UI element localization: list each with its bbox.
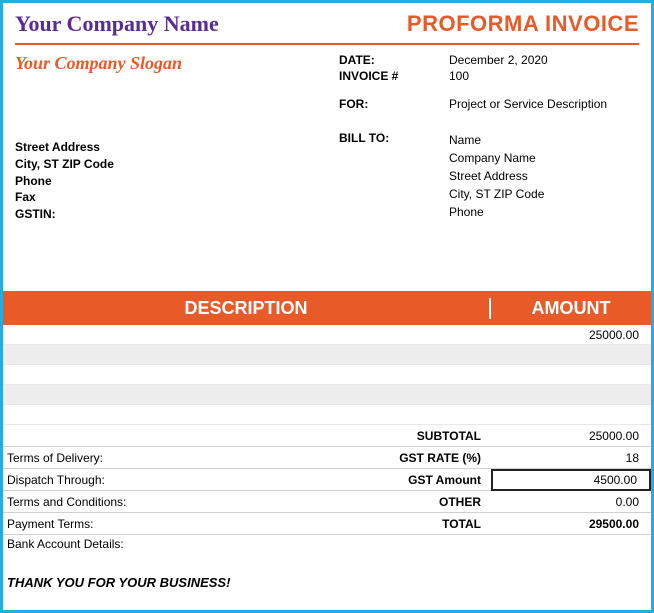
total-label: TOTAL <box>223 517 491 531</box>
items-table: DESCRIPTION AMOUNT 25000.00 <box>3 291 651 553</box>
invoice-number-value: 100 <box>449 69 639 83</box>
table-header: DESCRIPTION AMOUNT <box>3 291 651 325</box>
billto-phone: Phone <box>449 203 639 221</box>
invoice-frame: Your Company Name PROFORMA INVOICE Your … <box>0 0 654 613</box>
billto-city: City, ST ZIP Code <box>449 185 639 203</box>
company-name: Your Company Name <box>15 11 219 37</box>
invoice-number-label: INVOICE # <box>339 69 449 83</box>
cell-description <box>3 365 491 384</box>
summary-block: SUBTOTAL 25000.00 Terms of Delivery: GST… <box>3 425 651 553</box>
other-label: OTHER <box>223 495 491 509</box>
billto-name: Name <box>449 131 639 149</box>
other-value: 0.00 <box>491 495 651 509</box>
gst-amount-label: GST Amount <box>223 473 491 487</box>
gst-rate-value: 18 <box>491 451 651 465</box>
slogan-meta-row: Your Company Slogan DATE: December 2, 20… <box>3 53 651 113</box>
terms-conditions-label: Terms and Conditions: <box>3 495 223 509</box>
cell-amount <box>491 345 651 364</box>
billto-row: BILL TO: Name Company Name Street Addres… <box>339 131 639 221</box>
thank-you-message: THANK YOU FOR YOUR BUSINESS! <box>3 553 651 590</box>
billto-street: Street Address <box>449 167 639 185</box>
table-row <box>3 405 651 425</box>
cell-description <box>3 345 491 364</box>
payment-terms-label: Payment Terms: <box>3 517 223 531</box>
header-row: Your Company Name PROFORMA INVOICE <box>3 11 651 41</box>
header-divider <box>15 43 639 45</box>
for-value: Project or Service Description <box>449 97 639 111</box>
billto-values: Name Company Name Street Address City, S… <box>449 131 639 221</box>
cell-amount: 25000.00 <box>491 325 651 344</box>
cell-description <box>3 385 491 404</box>
from-city: City, ST ZIP Code <box>15 156 114 173</box>
subtotal-value: 25000.00 <box>491 429 651 443</box>
invoice-content: Your Company Name PROFORMA INVOICE Your … <box>3 3 651 590</box>
from-phone: Phone <box>15 173 114 190</box>
billto-company: Company Name <box>449 149 639 167</box>
billto-block: BILL TO: Name Company Name Street Addres… <box>339 131 639 221</box>
subtotal-row: SUBTOTAL 25000.00 <box>3 425 651 447</box>
cell-amount <box>491 405 651 424</box>
total-row: Payment Terms: TOTAL 29500.00 <box>3 513 651 535</box>
table-row <box>3 385 651 405</box>
table-row: 25000.00 <box>3 325 651 345</box>
col-header-amount: AMOUNT <box>491 298 651 319</box>
meta-invoice-row: INVOICE # 100 <box>339 69 639 83</box>
from-address-block: Street Address City, ST ZIP Code Phone F… <box>3 139 126 223</box>
company-slogan: Your Company Slogan <box>15 53 339 113</box>
table-body: 25000.00 <box>3 325 651 425</box>
dispatch-label: Dispatch Through: <box>3 473 223 487</box>
other-row: Terms and Conditions: OTHER 0.00 <box>3 491 651 513</box>
bank-details-label: Bank Account Details: <box>3 535 651 553</box>
table-row <box>3 365 651 385</box>
gst-rate-row: Terms of Delivery: GST RATE (%) 18 <box>3 447 651 469</box>
subtotal-label: SUBTOTAL <box>223 429 491 443</box>
table-row <box>3 345 651 365</box>
for-label: FOR: <box>339 97 449 111</box>
document-title: PROFORMA INVOICE <box>407 11 639 37</box>
from-street: Street Address <box>15 139 114 156</box>
total-value: 29500.00 <box>491 517 651 531</box>
cell-amount <box>491 365 651 384</box>
meta-for-row: FOR: Project or Service Description <box>339 97 639 111</box>
col-header-description: DESCRIPTION <box>3 298 491 319</box>
date-value: December 2, 2020 <box>449 53 639 67</box>
cell-amount <box>491 385 651 404</box>
cell-description <box>3 405 491 424</box>
date-label: DATE: <box>339 53 449 67</box>
terms-delivery-label: Terms of Delivery: <box>3 451 223 465</box>
gst-amount-row: Dispatch Through: GST Amount 4500.00 <box>3 469 651 491</box>
from-fax: Fax <box>15 189 114 206</box>
gst-amount-value: 4500.00 <box>491 469 651 491</box>
from-gstin-label: GSTIN: <box>15 206 114 223</box>
billto-label: BILL TO: <box>339 131 449 221</box>
meta-date-row: DATE: December 2, 2020 <box>339 53 639 67</box>
gst-rate-label: GST RATE (%) <box>223 451 491 465</box>
cell-description <box>3 325 491 344</box>
meta-block: DATE: December 2, 2020 INVOICE # 100 FOR… <box>339 53 639 113</box>
